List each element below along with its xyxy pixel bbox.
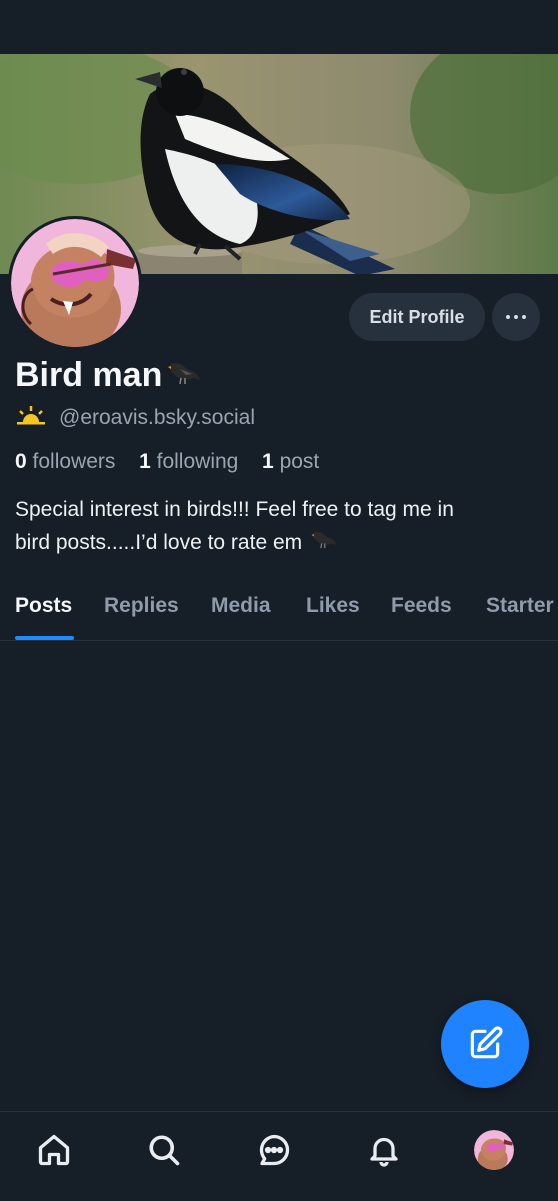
bell-icon (370, 1137, 398, 1167)
blackbird-emoji (166, 356, 202, 395)
handle-text[interactable]: @eroavis.bsky.social (59, 406, 255, 430)
posts-stat: 1 post (262, 450, 320, 473)
home-icon (38, 1134, 70, 1166)
nav-chat[interactable] (254, 1130, 294, 1170)
display-name-row: Bird man (15, 356, 202, 395)
bio-line: Special interest in birds!!! Feel free t… (15, 498, 454, 521)
profile-bio: Special interest in birds!!! Feel free t… (15, 494, 545, 560)
status-bar (0, 0, 558, 54)
chat-icon (259, 1134, 290, 1166)
profile-tabs: Posts Replies Media Likes Feeds Starter (0, 586, 558, 641)
compose-icon (470, 1026, 503, 1059)
nav-home[interactable] (34, 1130, 74, 1170)
edit-profile-button[interactable]: Edit Profile (349, 293, 485, 341)
nav-search[interactable] (144, 1130, 184, 1170)
tab-media[interactable]: Media (211, 594, 271, 618)
nav-profile-avatar[interactable] (474, 1130, 514, 1170)
tab-feeds[interactable]: Feeds (391, 594, 452, 618)
compose-button[interactable] (441, 1000, 529, 1088)
tab-likes[interactable]: Likes (306, 594, 360, 618)
nav-notifications[interactable] (364, 1130, 404, 1170)
tab-replies[interactable]: Replies (104, 594, 179, 618)
profile-avatar[interactable] (8, 216, 142, 350)
blackbird-emoji (310, 526, 338, 560)
tab-starter[interactable]: Starter (486, 594, 554, 618)
search-icon (149, 1135, 180, 1166)
followers-stat[interactable]: 0 followers (15, 450, 115, 473)
bio-line: bird posts.....I’d love to rate em (15, 531, 303, 554)
sunrise-emoji (15, 404, 47, 432)
ellipsis-icon (506, 315, 510, 319)
display-name: Bird man (15, 356, 163, 394)
bottom-nav (0, 1111, 558, 1201)
more-options-button[interactable] (492, 293, 540, 341)
stats-row: 0 followers 1 following 1 post (15, 450, 319, 474)
tab-posts[interactable]: Posts (15, 594, 72, 618)
handle-row: @eroavis.bsky.social (15, 404, 255, 432)
active-tab-indicator (15, 636, 74, 640)
following-stat[interactable]: 1 following (139, 450, 238, 473)
